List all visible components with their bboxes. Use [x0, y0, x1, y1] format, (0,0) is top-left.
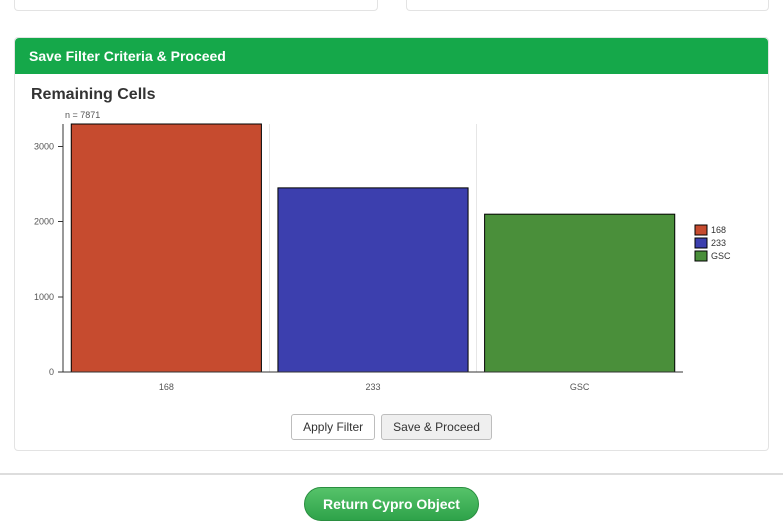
remaining-cells-bar-chart: n = 7871 0 1000 2000 3000 168 233 GSC 168 233 GSC [23, 104, 763, 402]
y-tick-label: 3000 [34, 142, 54, 152]
chart-area: n = 7871 0 1000 2000 3000 168 233 GSC 168 233 GSC [15, 104, 768, 410]
return-cypro-object-button[interactable]: Return Cypro Object [304, 487, 479, 521]
x-tick-label: 168 [159, 382, 174, 392]
apply-filter-button[interactable]: Apply Filter [291, 414, 375, 440]
panel-header: Save Filter Criteria & Proceed [15, 38, 768, 74]
inactive-panels-row [0, 0, 783, 11]
inactive-panel-left [14, 0, 378, 11]
save-proceed-button[interactable]: Save & Proceed [381, 414, 492, 440]
return-row: Return Cypro Object [0, 475, 783, 521]
legend-label: 233 [711, 238, 726, 248]
y-tick-label: 1000 [34, 292, 54, 302]
chart-title: Remaining Cells [15, 74, 768, 104]
legend-swatch-GSC [695, 251, 707, 261]
legend-swatch-233 [695, 238, 707, 248]
legend-label: GSC [711, 251, 731, 261]
bar-233 [278, 188, 468, 372]
chart-subtitle: n = 7871 [65, 110, 100, 120]
y-tick-label: 2000 [34, 217, 54, 227]
legend-swatch-168 [695, 225, 707, 235]
x-tick-label: 233 [365, 382, 380, 392]
bar-168 [71, 124, 261, 372]
legend-label: 168 [711, 225, 726, 235]
x-tick-label: GSC [570, 382, 590, 392]
bar-GSC [485, 214, 675, 372]
inactive-panel-right [406, 0, 770, 11]
y-tick-label: 0 [49, 367, 54, 377]
filter-panel: Save Filter Criteria & Proceed Remaining… [14, 37, 769, 451]
button-row: Apply Filter Save & Proceed [15, 410, 768, 450]
